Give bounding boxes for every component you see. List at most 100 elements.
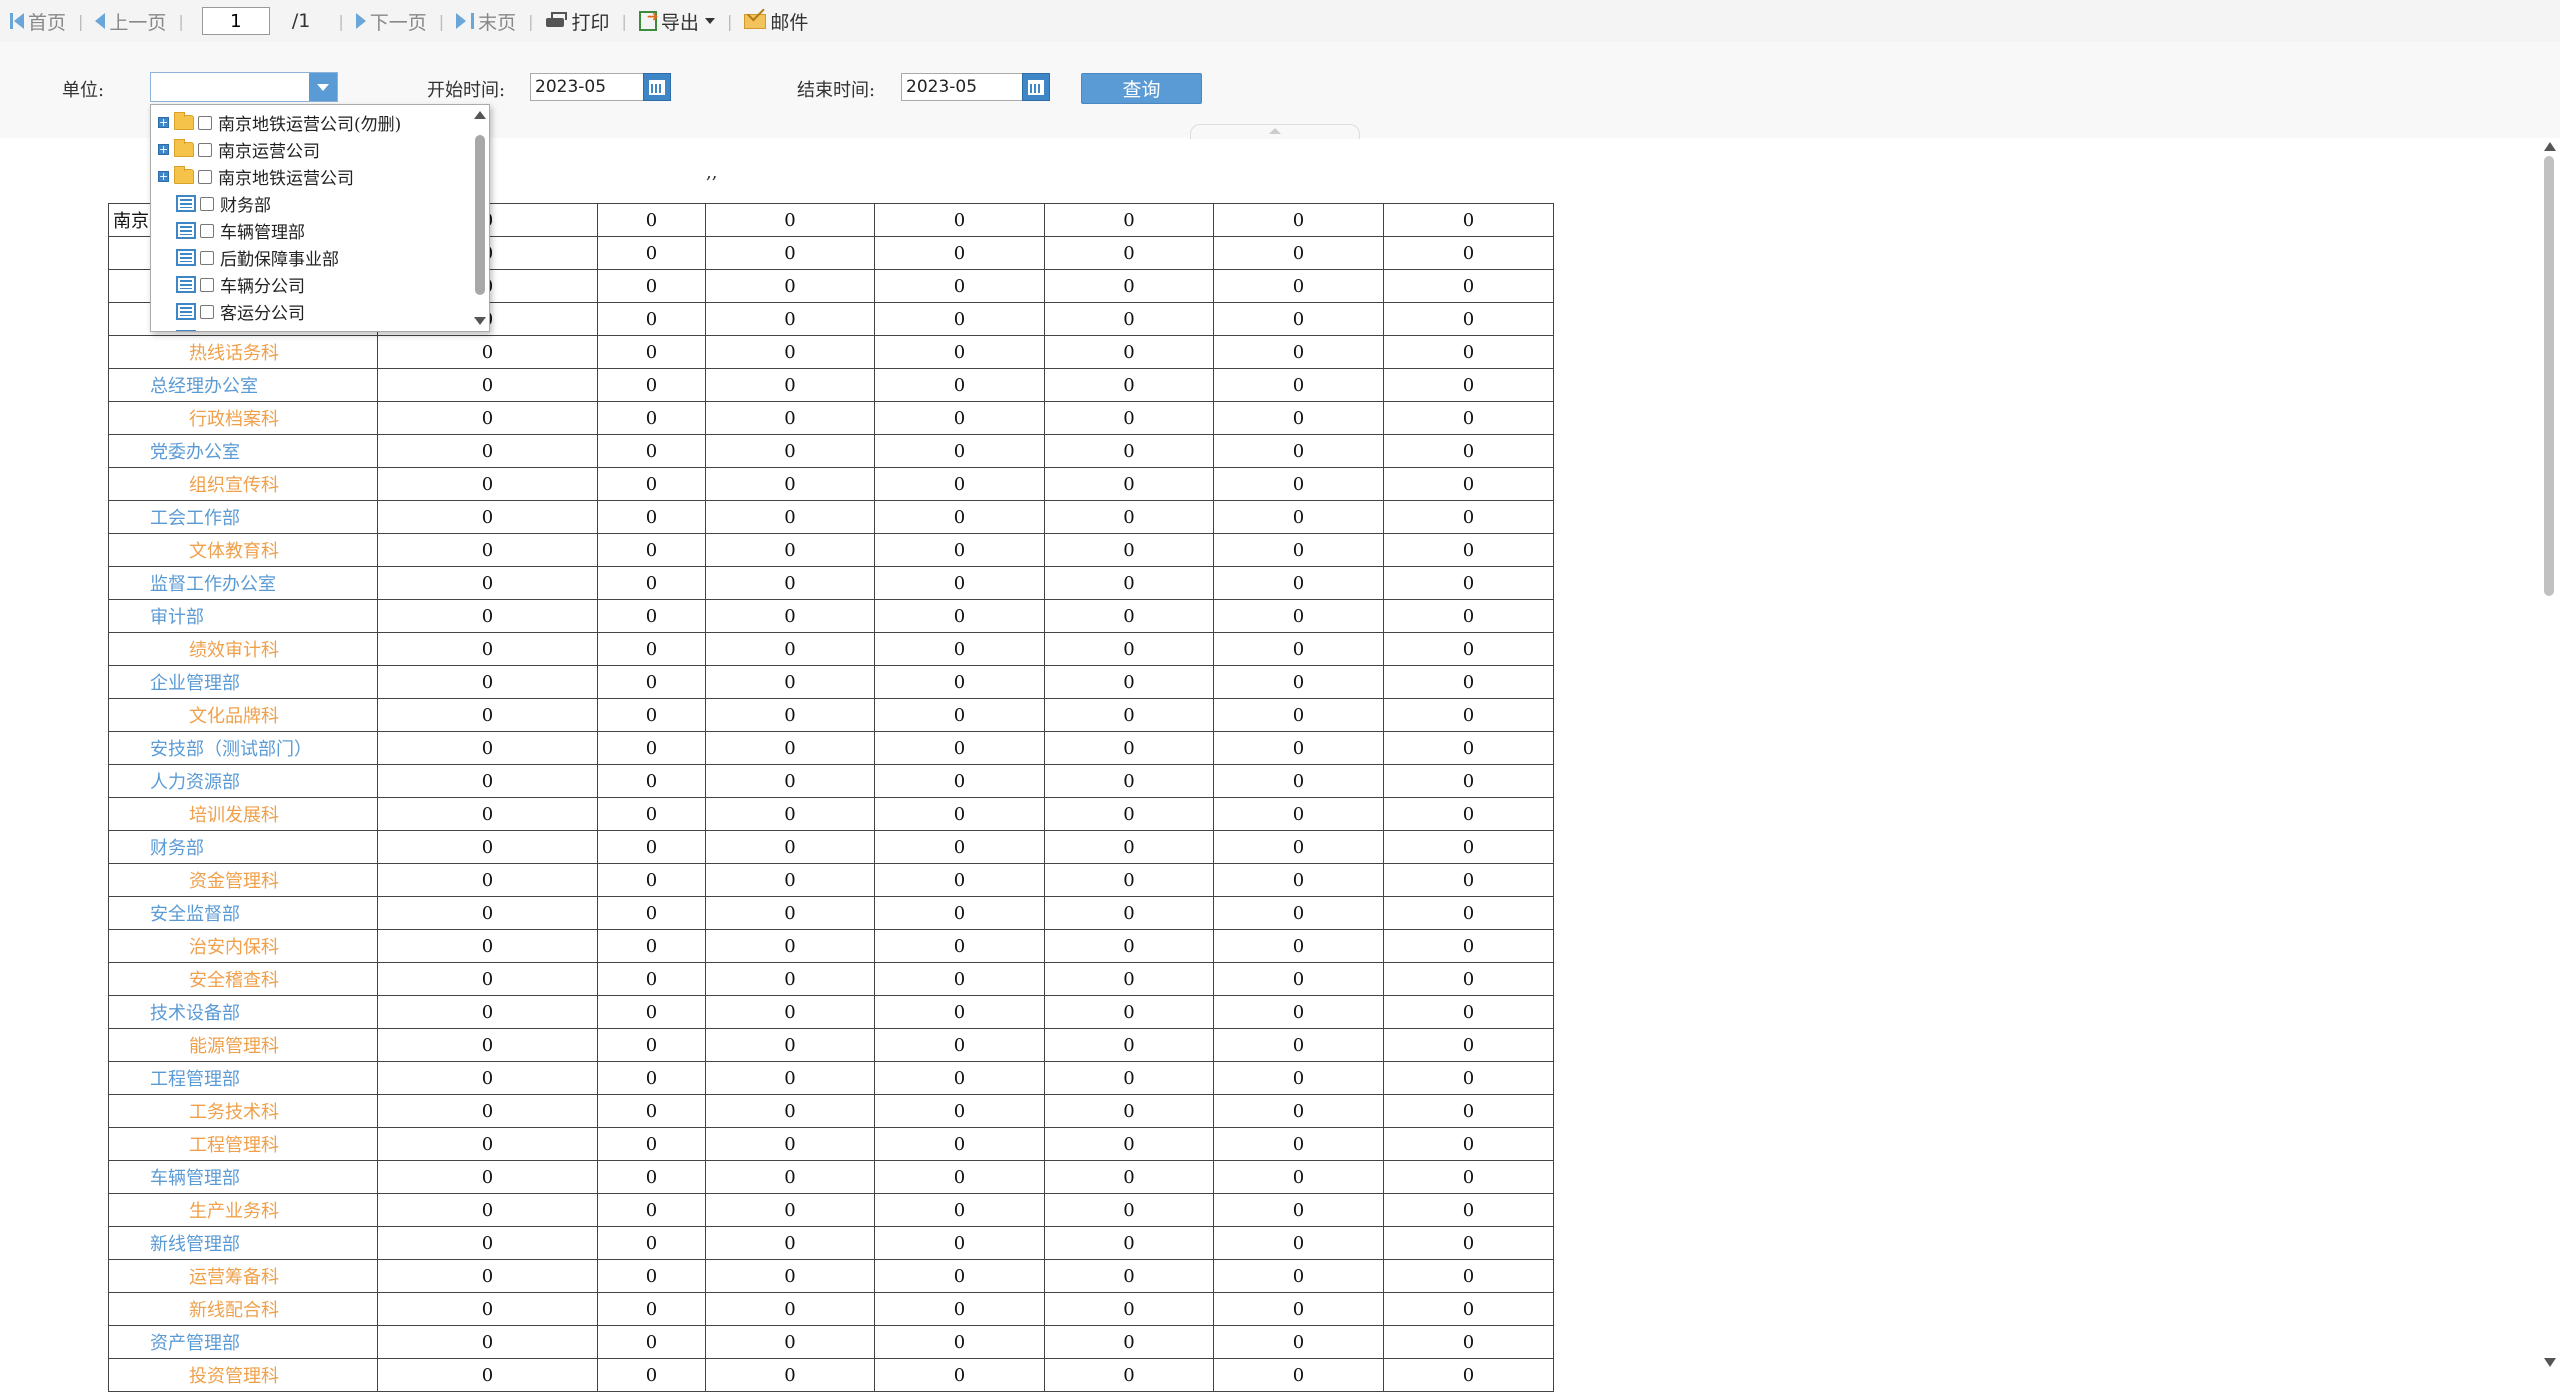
table-row: 安全稽查科 0 0 0 0 0 0 0 (108, 962, 1554, 996)
collapse-filter-toggle[interactable] (1190, 124, 1360, 139)
table-cell: 0 (1383, 1193, 1554, 1227)
query-button[interactable]: 查询 (1081, 73, 1202, 104)
tree-item-checkbox[interactable] (200, 277, 214, 292)
unit-select[interactable] (150, 72, 338, 102)
tree-item-checkbox[interactable] (198, 115, 212, 130)
page-scrollbar[interactable] (2540, 138, 2560, 1373)
table-cell: 0 (705, 434, 875, 468)
row-unit-name: 文体教育科 (108, 533, 378, 567)
end-time-input[interactable]: 2023-05 (901, 73, 1041, 101)
report-title: ,, (706, 162, 718, 183)
page-number-input[interactable] (201, 7, 270, 35)
tree-item[interactable]: + 南京地铁运营公司 (151, 163, 354, 190)
table-cell: 0 (874, 896, 1045, 930)
table-cell: 0 (1383, 1094, 1554, 1128)
tree-item[interactable]: 车辆管理部 (151, 217, 305, 244)
table-row: 安全监督部 0 0 0 0 0 0 0 (108, 896, 1554, 930)
scroll-down-arrow-icon[interactable] (474, 317, 486, 325)
tree-item-checkbox[interactable] (200, 196, 214, 211)
toolbar-separator: | (621, 11, 627, 31)
mail-button[interactable]: 邮件 (740, 8, 812, 35)
tree-item[interactable]: 后勤保障事业部 (151, 244, 339, 271)
table-cell: 0 (874, 665, 1045, 699)
export-button[interactable]: 导出 (635, 8, 719, 35)
row-unit-name: 资产管理部 (108, 1325, 378, 1359)
prev-page-button[interactable]: 上一页 (91, 8, 170, 35)
tree-item-checkbox[interactable] (198, 142, 212, 157)
table-cell: 0 (874, 632, 1045, 666)
chevron-down-icon[interactable] (309, 73, 337, 101)
next-page-icon (355, 13, 366, 29)
next-page-button[interactable]: 下一页 (352, 8, 431, 35)
table-cell: 0 (874, 1127, 1045, 1161)
unit-tree-dropdown[interactable]: + 南京地铁运营公司(勿删) + 南京运营公司 + 南京地铁运营公司 财务部 车辆管理部 后勤保… (150, 104, 490, 332)
table-cell: 0 (377, 797, 598, 831)
table-row: 绩效审计科 0 0 0 0 0 0 0 (108, 632, 1554, 666)
table-cell: 0 (705, 1160, 875, 1194)
table-cell: 0 (597, 203, 706, 237)
tree-item-checkbox[interactable] (200, 250, 214, 265)
tree-item-checkbox[interactable] (200, 304, 214, 319)
tree-scrollbar[interactable] (474, 109, 486, 327)
table-cell: 0 (705, 764, 875, 798)
toolbar-separator: | (338, 11, 344, 31)
table-cell: 0 (377, 929, 598, 963)
expand-plus-icon[interactable]: + (158, 171, 169, 182)
tree-item-checkbox[interactable] (200, 223, 214, 238)
table-cell: 0 (1044, 599, 1214, 633)
expand-plus-icon[interactable]: + (158, 117, 169, 128)
table-cell: 0 (597, 1292, 706, 1326)
table-cell: 0 (705, 962, 875, 996)
calendar-icon[interactable] (643, 73, 671, 101)
table-cell: 0 (377, 896, 598, 930)
tree-item[interactable]: 客运分公司 (151, 298, 305, 325)
table-cell: 0 (705, 203, 875, 237)
table-cell: 0 (1213, 1094, 1384, 1128)
table-cell: 0 (377, 1226, 598, 1260)
table-cell: 0 (377, 368, 598, 402)
table-cell: 0 (597, 1358, 706, 1392)
table-cell: 0 (597, 731, 706, 765)
expand-plus-icon[interactable]: + (158, 144, 169, 155)
print-button[interactable]: 打印 (542, 8, 614, 35)
table-cell: 0 (1044, 533, 1214, 567)
table-cell: 0 (1044, 434, 1214, 468)
tree-item[interactable]: + 南京运营公司 (151, 136, 320, 163)
tree-item-checkbox[interactable] (198, 169, 212, 184)
table-cell: 0 (874, 368, 1045, 402)
folder-icon (174, 112, 194, 130)
tree-scrollbar-thumb[interactable] (475, 135, 485, 295)
scrollbar-thumb[interactable] (2544, 156, 2554, 596)
scroll-up-arrow-icon[interactable] (2544, 142, 2556, 151)
table-cell: 0 (597, 599, 706, 633)
tree-item-checkbox[interactable] (200, 332, 214, 333)
toolbar-separator: | (438, 11, 445, 31)
printer-icon (545, 12, 568, 30)
table-cell: 0 (874, 1094, 1045, 1128)
row-unit-name: 总经理办公室 (108, 368, 378, 402)
first-page-button[interactable]: 首页 (6, 8, 70, 35)
calendar-icon[interactable] (1022, 73, 1050, 101)
tree-item[interactable]: + 南京地铁运营公司(勿删) (151, 109, 401, 136)
department-icon (176, 195, 196, 212)
table-cell: 0 (1383, 401, 1554, 435)
scroll-up-arrow-icon[interactable] (474, 111, 486, 119)
tree-item[interactable]: 南京地铁集团 (151, 325, 322, 333)
table-cell: 0 (874, 500, 1045, 534)
tree-item[interactable]: 财务部 (151, 190, 271, 217)
table-cell: 0 (1213, 764, 1384, 798)
table-cell: 0 (874, 236, 1045, 270)
table-cell: 0 (874, 1028, 1045, 1062)
toolbar-separator: | (78, 11, 84, 31)
table-row: 财务部 0 0 0 0 0 0 0 (108, 830, 1554, 864)
tree-item-label: 南京地铁运营公司(勿删) (218, 115, 402, 135)
table-cell: 0 (377, 1061, 598, 1095)
table-cell: 0 (1383, 896, 1554, 930)
table-cell: 0 (377, 698, 598, 732)
scroll-down-arrow-icon[interactable] (2544, 1358, 2556, 1367)
table-cell: 0 (377, 1325, 598, 1359)
table-cell: 0 (1383, 863, 1554, 897)
tree-item[interactable]: 车辆分公司 (151, 271, 305, 298)
table-cell: 0 (1383, 1061, 1554, 1095)
last-page-button[interactable]: 末页 (452, 8, 520, 35)
